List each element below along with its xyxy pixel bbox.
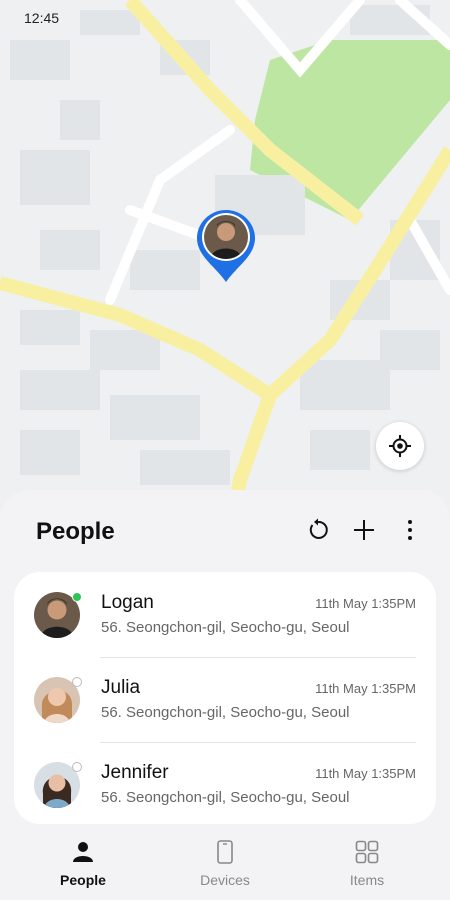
people-sheet: People Logan 11th May 1:35PM 56. Seongch… xyxy=(0,490,450,830)
person-address: 56. Seongchon-gil, Seocho-gu, Seoul xyxy=(101,704,350,721)
last-seen-time: 11th May 1:35PM xyxy=(315,596,416,611)
person-name: Julia xyxy=(101,677,141,698)
person-icon xyxy=(69,838,97,866)
refresh-button[interactable] xyxy=(304,516,332,544)
status-bar: 12:45 xyxy=(0,0,450,34)
more-options-button[interactable] xyxy=(396,516,424,544)
my-location-button[interactable] xyxy=(376,422,424,470)
list-item-julia[interactable]: Julia 11th May 1:35PM 56. Seongchon-gil,… xyxy=(14,657,436,742)
refresh-icon xyxy=(309,518,328,539)
nav-devices[interactable]: Devices xyxy=(150,838,300,898)
sheet-title: People xyxy=(36,518,115,545)
more-vertical-icon xyxy=(408,520,412,540)
status-dot xyxy=(72,762,82,772)
plus-icon xyxy=(354,520,374,540)
crosshair-icon xyxy=(389,435,411,457)
list-item-logan[interactable]: Logan 11th May 1:35PM 56. Seongchon-gil,… xyxy=(14,572,436,657)
add-person-button[interactable] xyxy=(350,516,378,544)
person-address: 56. Seongchon-gil, Seocho-gu, Seoul xyxy=(101,789,350,806)
sheet-actions xyxy=(304,516,424,544)
person-address: 56. Seongchon-gil, Seocho-gu, Seoul xyxy=(101,619,350,636)
nav-label: Devices xyxy=(200,872,250,888)
person-name: Logan xyxy=(101,592,154,613)
people-list: Logan 11th May 1:35PM 56. Seongchon-gil,… xyxy=(14,572,436,824)
nav-people[interactable]: People xyxy=(8,838,158,898)
status-dot xyxy=(72,677,82,687)
nav-items[interactable]: Items xyxy=(292,838,442,898)
map-pin-logan[interactable] xyxy=(193,206,259,286)
status-time: 12:45 xyxy=(24,10,60,26)
last-seen-time: 11th May 1:35PM xyxy=(315,681,416,696)
pin-avatar xyxy=(204,215,248,259)
nav-label: Items xyxy=(349,872,385,888)
nav-label: People xyxy=(60,872,106,888)
person-name: Jennifer xyxy=(101,762,169,783)
bottom-nav: People Devices Items xyxy=(0,830,450,900)
grid-icon xyxy=(353,838,381,866)
last-seen-time: 11th May 1:35PM xyxy=(315,766,416,781)
status-dot xyxy=(72,592,82,602)
list-item-jennifer[interactable]: Jennifer 11th May 1:35PM 56. Seongchon-g… xyxy=(14,742,436,827)
phone-icon xyxy=(211,838,239,866)
